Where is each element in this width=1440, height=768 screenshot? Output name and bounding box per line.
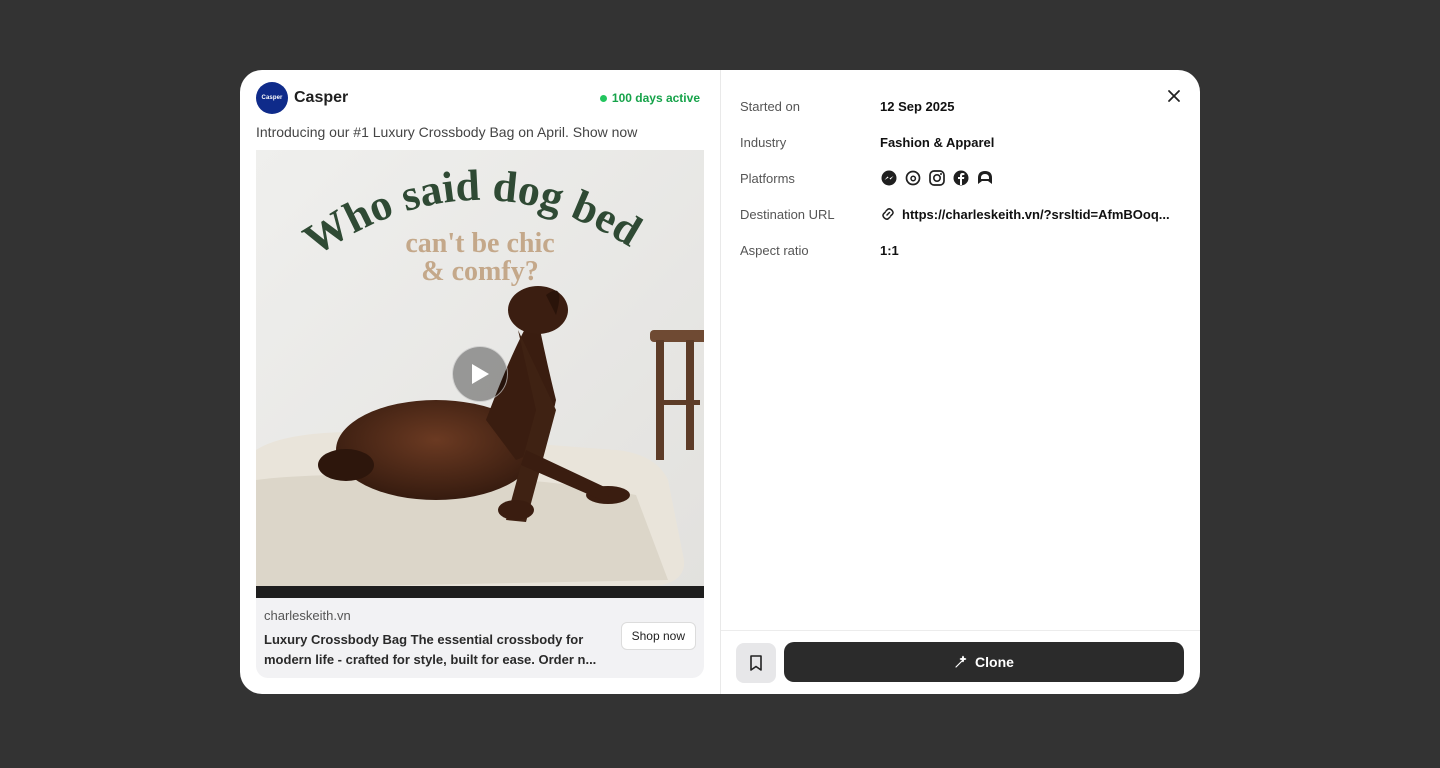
active-status-text: 100 days active <box>611 91 700 105</box>
ad-detail-modal: Casper Casper 100 days active Introducin… <box>240 70 1200 694</box>
ad-domain: charleskeith.vn <box>264 608 351 623</box>
advertiser-name[interactable]: Casper <box>294 89 348 107</box>
url-value: https://charleskeith.vn/?srsltid=AfmBOoq… <box>902 206 1170 222</box>
play-button[interactable] <box>452 346 508 402</box>
detail-row-started: Started on 12 Sep 2025 <box>740 88 1180 124</box>
save-bookmark-button[interactable] <box>736 643 776 683</box>
url-label: Destination URL <box>740 206 835 222</box>
aspect-label: Aspect ratio <box>740 242 809 258</box>
clone-label: Clone <box>975 654 1014 670</box>
platform-icons <box>880 169 994 187</box>
ad-creative-video[interactable]: Who said dog beds can't be chic & comfy? <box>256 150 704 598</box>
threads-icon <box>904 169 922 187</box>
industry-label: Industry <box>740 134 787 150</box>
industry-value: Fashion & Apparel <box>880 134 995 150</box>
ad-link-card[interactable]: charleskeith.vn Luxury Crossbody Bag The… <box>256 598 704 678</box>
action-bar: Clone <box>721 630 1200 694</box>
bookmark-icon <box>750 655 762 671</box>
ad-headline: Luxury Crossbody Bag The essential cross… <box>264 632 597 667</box>
shop-now-button[interactable]: Shop now <box>620 622 696 650</box>
play-icon <box>472 364 489 384</box>
destination-url-link[interactable]: https://charleskeith.vn/?srsltid=AfmBOoq… <box>880 206 1170 222</box>
creative-headline-bottom: & comfy? <box>421 256 538 287</box>
started-label: Started on <box>740 98 800 114</box>
ad-details-panel: Started on 12 Sep 2025 Industry Fashion … <box>721 70 1200 694</box>
clone-sparkle-icon <box>955 655 967 668</box>
facebook-icon <box>952 169 970 187</box>
advertiser-avatar[interactable]: Casper <box>256 82 288 114</box>
detail-row-platforms: Platforms <box>740 160 1180 196</box>
ad-caption: Introducing our #1 Luxury Crossbody Bag … <box>256 124 638 140</box>
aspect-value: 1:1 <box>880 242 899 258</box>
audience-network-icon <box>976 169 994 187</box>
started-value: 12 Sep 2025 <box>880 98 955 114</box>
instagram-icon <box>928 169 946 187</box>
advertiser-row: Casper Casper 100 days active <box>256 82 704 114</box>
clone-button[interactable]: Clone <box>784 642 1184 682</box>
ad-preview-panel: Casper Casper 100 days active Introducin… <box>240 70 721 694</box>
link-icon <box>882 208 894 220</box>
detail-row-industry: Industry Fashion & Apparel <box>740 124 1180 160</box>
detail-row-aspect: Aspect ratio 1:1 <box>740 232 1180 268</box>
platforms-label: Platforms <box>740 170 795 186</box>
messenger-icon <box>880 169 898 187</box>
active-status-badge: 100 days active <box>599 91 704 105</box>
details-list: Started on 12 Sep 2025 Industry Fashion … <box>740 88 1180 268</box>
detail-row-url: Destination URL https://charleskeith.vn/… <box>740 196 1180 232</box>
creative-headline-mid: can't be chic <box>405 228 554 259</box>
status-dot-icon <box>599 94 607 102</box>
